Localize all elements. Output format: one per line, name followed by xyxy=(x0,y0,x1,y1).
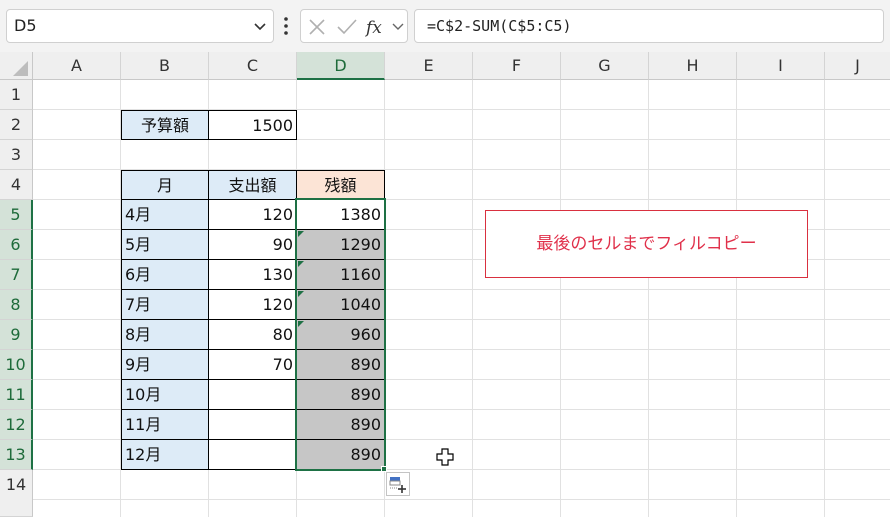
svg-text:fx: fx xyxy=(365,18,382,37)
error-indicator-icon[interactable] xyxy=(298,261,304,267)
expense-cell[interactable]: 80 xyxy=(208,319,297,350)
month-cell[interactable]: 4月 xyxy=(121,199,209,230)
expense-cell[interactable] xyxy=(208,379,297,410)
check-icon[interactable] xyxy=(336,17,358,37)
expense-cell[interactable]: 120 xyxy=(208,289,297,320)
month-cell[interactable]: 10月 xyxy=(121,379,209,410)
month-cell[interactable]: 9月 xyxy=(121,349,209,380)
select-all-corner[interactable] xyxy=(0,52,33,80)
gridline xyxy=(648,80,649,517)
column-header-f[interactable]: F xyxy=(473,52,561,80)
name-box[interactable]: D5 xyxy=(6,9,274,43)
expense-cell[interactable] xyxy=(208,409,297,440)
month-cell[interactable]: 7月 xyxy=(121,289,209,320)
row-header-9[interactable]: 9 xyxy=(0,320,33,350)
column-header-b[interactable]: B xyxy=(121,52,209,80)
chevron-down-icon[interactable] xyxy=(252,18,268,34)
error-indicator-icon[interactable] xyxy=(298,321,304,327)
balance-cell[interactable]: 890 xyxy=(296,409,385,440)
month-cell[interactable]: 6月 xyxy=(121,259,209,290)
column-header-d[interactable]: D xyxy=(297,52,385,80)
column-header-g[interactable]: G xyxy=(561,52,649,80)
spreadsheet-grid[interactable]: A B C D E F G H I J 1 2 3 4 5 6 7 8 9 10… xyxy=(0,52,890,517)
row-header-1[interactable]: 1 xyxy=(0,80,33,110)
column-header-j[interactable]: J xyxy=(825,52,890,80)
month-cell[interactable]: 8月 xyxy=(121,319,209,350)
month-cell[interactable]: 11月 xyxy=(121,409,209,440)
gridline xyxy=(472,80,473,517)
row-header-10[interactable]: 10 xyxy=(0,350,33,380)
autofill-options-button[interactable] xyxy=(386,472,410,496)
row-header-5[interactable]: 5 xyxy=(0,200,33,230)
column-header-e[interactable]: E xyxy=(385,52,473,80)
month-header-cell[interactable]: 月 xyxy=(121,170,209,200)
gridline xyxy=(824,80,825,517)
row-header-7[interactable]: 7 xyxy=(0,260,33,290)
name-box-value: D5 xyxy=(14,16,37,35)
balance-cell[interactable]: 1290 xyxy=(296,229,385,260)
row-header-14[interactable]: 14 xyxy=(0,470,33,517)
autofill-options-icon xyxy=(389,477,406,493)
expense-cell[interactable]: 130 xyxy=(208,259,297,290)
gridline xyxy=(560,80,561,517)
column-header-c[interactable]: C xyxy=(209,52,297,80)
column-header-h[interactable]: H xyxy=(649,52,737,80)
expense-cell[interactable]: 90 xyxy=(208,229,297,260)
gridline xyxy=(736,80,737,517)
row-header-6[interactable]: 6 xyxy=(0,230,33,260)
row-header-13[interactable]: 13 xyxy=(0,440,33,470)
balance-cell-active[interactable]: 1380 xyxy=(296,199,385,230)
annotation-box: 最後のセルまでフィルコピー xyxy=(485,210,808,278)
expense-cell[interactable]: 120 xyxy=(208,199,297,230)
formula-input[interactable]: =C$2-SUM(C$5:C5) xyxy=(414,9,884,43)
row-header-11[interactable]: 11 xyxy=(0,380,33,410)
month-cell[interactable]: 12月 xyxy=(121,439,209,470)
balance-cell[interactable]: 1160 xyxy=(296,259,385,290)
expense-header-cell[interactable]: 支出額 xyxy=(208,170,297,200)
balance-cell[interactable]: 890 xyxy=(296,439,385,470)
column-header-i[interactable]: I xyxy=(737,52,825,80)
row-header-2[interactable]: 2 xyxy=(0,110,33,140)
close-icon[interactable] xyxy=(307,17,327,37)
more-options-icon[interactable] xyxy=(282,15,290,37)
expense-cell[interactable] xyxy=(208,439,297,470)
error-indicator-icon[interactable] xyxy=(298,231,304,237)
select-all-icon xyxy=(13,61,28,76)
formula-text: =C$2-SUM(C$5:C5) xyxy=(427,17,572,35)
error-indicator-icon[interactable] xyxy=(298,291,304,297)
budget-value-cell[interactable]: 1500 xyxy=(208,110,297,140)
formula-buttons: fx xyxy=(300,9,408,43)
balance-cell[interactable]: 890 xyxy=(296,349,385,380)
balance-cell[interactable]: 1040 xyxy=(296,289,385,320)
crosshair-cursor-icon xyxy=(436,448,454,466)
expense-cell[interactable]: 70 xyxy=(208,349,297,380)
gridline xyxy=(33,499,890,500)
balance-header-cell[interactable]: 残額 xyxy=(296,170,385,200)
fx-icon[interactable]: fx xyxy=(365,17,389,37)
annotation-text: 最後のセルまでフィルコピー xyxy=(536,234,757,254)
balance-cell[interactable]: 890 xyxy=(296,379,385,410)
row-header-8[interactable]: 8 xyxy=(0,290,33,320)
budget-label-cell[interactable]: 予算額 xyxy=(121,110,209,140)
row-header-12[interactable]: 12 xyxy=(0,410,33,440)
row-header-3[interactable]: 3 xyxy=(0,140,33,170)
month-cell[interactable]: 5月 xyxy=(121,229,209,260)
balance-cell[interactable]: 960 xyxy=(296,319,385,350)
formula-bar: D5 fx =C$2-SUM(C$5:C5) xyxy=(0,0,890,52)
chevron-down-icon[interactable] xyxy=(391,19,405,33)
column-header-a[interactable]: A xyxy=(33,52,121,80)
row-header-4[interactable]: 4 xyxy=(0,170,33,200)
